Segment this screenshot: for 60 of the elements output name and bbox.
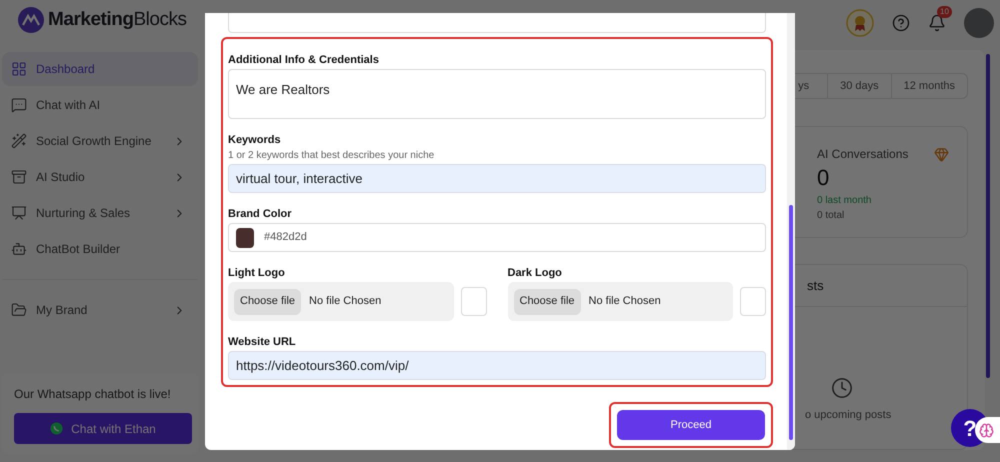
menu-icon — [11, 302, 27, 318]
text-area[interactable]: We are Realtors — [228, 69, 766, 119]
logo-preview — [460, 287, 486, 316]
file-status: No file Chosen — [309, 294, 382, 310]
assistant-tab[interactable] — [975, 417, 1000, 443]
award-icon[interactable] — [846, 9, 874, 37]
stat-title: AI Conversations — [817, 146, 908, 163]
brand-name: MarketingBlocks — [48, 8, 187, 32]
field-label: Keywords — [228, 133, 282, 147]
file-status: No file Chosen — [588, 294, 661, 310]
sidebar-item[interactable]: ChatBot Builder — [2, 232, 198, 266]
sidebar-item[interactable]: Social Growth Engine — [2, 124, 198, 158]
promo-text: Our Whatsapp chatbot is live! — [14, 386, 172, 403]
chat-button[interactable]: Chat with Ethan — [14, 413, 192, 444]
field-label: Website URL — [228, 335, 297, 349]
clock-icon — [831, 377, 853, 399]
sidebar-item[interactable]: My Brand — [2, 293, 198, 327]
file-input[interactable]: Choose file No file Chosen — [228, 282, 454, 321]
choose-file-button[interactable]: Choose file — [234, 288, 302, 314]
menu-icon — [11, 205, 27, 221]
stat-total: 0 total — [817, 209, 846, 223]
menu-icon — [11, 97, 27, 113]
file-input[interactable]: Choose file No file Chosen — [508, 282, 733, 321]
choose-file-button[interactable]: Choose file — [514, 288, 581, 314]
range-tab[interactable]: 30 days — [827, 74, 891, 98]
color-field[interactable]: #482d2d — [228, 223, 766, 252]
proceed-button[interactable]: Proceed — [617, 410, 765, 440]
brain-icon — [979, 422, 994, 438]
range-tab[interactable]: 12 months — [890, 74, 967, 98]
sidebar-item[interactable]: Dashboard — [2, 52, 198, 86]
menu-icon — [11, 169, 27, 185]
menu-icon — [11, 241, 27, 257]
input-field[interactable]: https://videotours360.com/vip/ — [228, 351, 766, 380]
field-label: Dark Logo — [508, 266, 563, 280]
posts-title: sts — [807, 276, 824, 295]
logo-preview — [740, 287, 766, 316]
notification-count: 10 — [937, 6, 952, 18]
field-label: Additional Info & Credentials — [228, 53, 380, 67]
color-value: #482d2d — [264, 230, 307, 246]
sidebar-item[interactable]: Chat with AI — [2, 88, 198, 122]
logo-icon — [18, 7, 44, 33]
field-hint: 1 or 2 keywords that best describes your niche — [228, 149, 436, 162]
menu-icon — [11, 61, 27, 77]
empty-posts-text: o upcoming posts — [805, 408, 892, 423]
menu-icon — [11, 133, 27, 149]
diamond-icon — [934, 146, 949, 162]
field-label: Light Logo — [228, 266, 286, 280]
field-label: Brand Color — [228, 207, 293, 221]
chat-bubble-icon — [50, 422, 64, 435]
sidebar-item[interactable]: AI Studio — [2, 160, 198, 194]
stat-value: 0 — [817, 164, 830, 192]
page-scrollbar-thumb[interactable] — [986, 54, 990, 378]
notification-bell-icon[interactable] — [928, 14, 946, 32]
help-icon[interactable] — [892, 14, 910, 32]
modal-scrollbar[interactable] — [787, 13, 795, 450]
sidebar-item[interactable]: Nurturing & Sales — [2, 196, 198, 230]
avatar[interactable] — [964, 8, 994, 38]
range-tab[interactable]: ys — [782, 74, 828, 98]
stat-change: 0 last month — [817, 194, 872, 208]
input-field[interactable]: virtual tour, interactive — [228, 164, 766, 193]
